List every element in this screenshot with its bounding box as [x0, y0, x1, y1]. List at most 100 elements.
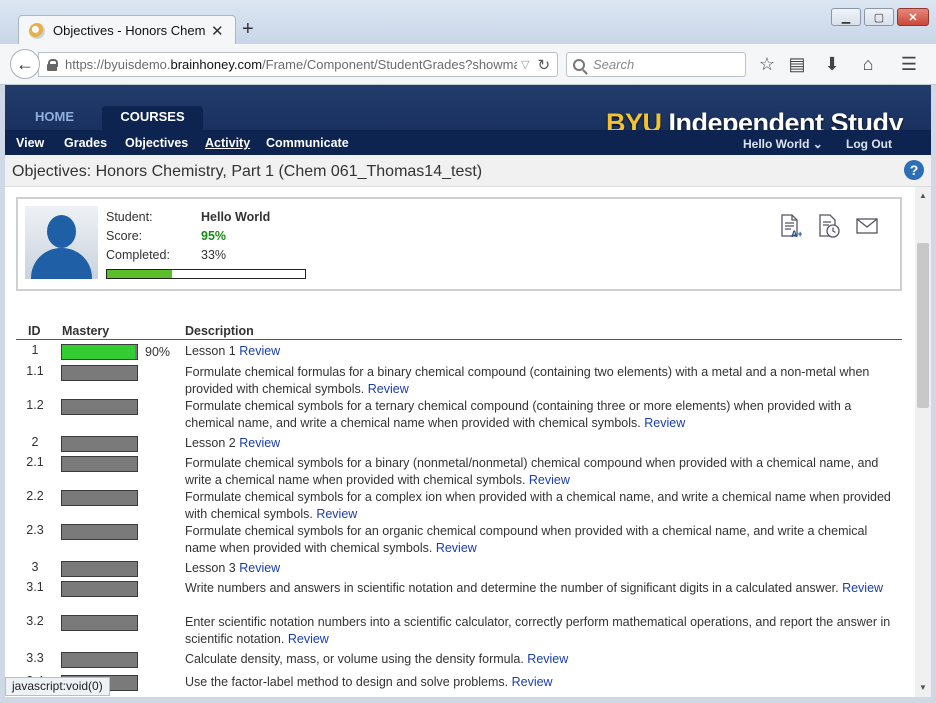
- mastery-bar: [61, 490, 138, 506]
- favicon-icon: [29, 22, 45, 39]
- subnav-view[interactable]: View: [16, 136, 44, 150]
- browser-tab[interactable]: Objectives - Honors Chemi... ✕: [18, 15, 236, 45]
- maximize-button[interactable]: ▢: [864, 8, 894, 26]
- activity-history-icon[interactable]: [817, 214, 841, 238]
- subnav-grades[interactable]: Grades: [64, 136, 107, 150]
- objective-id: 3.2: [26, 614, 44, 628]
- url-dropdown-icon[interactable]: ▽: [521, 58, 529, 71]
- scroll-down-arrow-icon[interactable]: ▼: [919, 683, 927, 692]
- page-title: Objectives: Honors Chemistry, Part 1 (Ch…: [12, 163, 483, 180]
- description-text: Formulate chemical symbols for a ternary…: [185, 399, 852, 430]
- objective-id: 1.2: [26, 398, 44, 412]
- email-icon[interactable]: [855, 214, 879, 238]
- close-tab-icon[interactable]: ✕: [211, 22, 224, 40]
- menu-icon[interactable]: ☰: [899, 54, 919, 74]
- objective-description: Formulate chemical symbols for a ternary…: [185, 398, 901, 432]
- page-viewport: HOME COURSES BYU Independent Study View …: [5, 85, 931, 697]
- reading-list-icon[interactable]: ▤: [787, 54, 807, 74]
- review-link[interactable]: Review: [512, 675, 553, 689]
- objective-description: Formulate chemical formulas for a binary…: [185, 364, 901, 398]
- review-link[interactable]: Review: [239, 436, 280, 450]
- subnav-objectives[interactable]: Objectives: [125, 136, 188, 150]
- objective-description: Lesson 1 Review: [185, 343, 901, 360]
- mastery-bar: [61, 399, 138, 415]
- objective-id: 2.3: [26, 523, 44, 537]
- new-tab-icon[interactable]: +: [242, 17, 254, 41]
- nav-courses[interactable]: COURSES: [102, 106, 203, 130]
- review-link[interactable]: Review: [288, 632, 329, 646]
- description-text: Lesson 3: [185, 561, 236, 575]
- description-text: Write numbers and answers in scientific …: [185, 581, 839, 595]
- student-label: Student:: [106, 210, 153, 224]
- home-icon[interactable]: ⌂: [858, 54, 878, 74]
- description-text: Calculate density, mass, or volume using…: [185, 652, 524, 666]
- scroll-thumb[interactable]: [917, 243, 929, 408]
- mastery-bar: [61, 581, 138, 597]
- mastery-bar: [61, 436, 138, 452]
- svg-text:A+: A+: [791, 229, 802, 238]
- score-label: Score:: [106, 229, 143, 243]
- avatar: [25, 206, 98, 279]
- description-text: Lesson 1: [185, 344, 236, 358]
- review-link[interactable]: Review: [644, 416, 685, 430]
- chevron-down-icon: ⌄: [812, 137, 823, 151]
- page-scrollbar[interactable]: ▲ ▼: [915, 187, 931, 697]
- mastery-bar: [61, 561, 138, 577]
- review-link[interactable]: Review: [239, 344, 280, 358]
- objective-id: 3.3: [26, 651, 44, 665]
- review-link[interactable]: Review: [529, 473, 570, 487]
- lock-icon: [47, 58, 58, 71]
- back-button[interactable]: ←: [10, 49, 40, 79]
- mastery-bar: [61, 365, 138, 381]
- subnav-communicate[interactable]: Communicate: [266, 136, 349, 150]
- header-description: Description: [185, 324, 254, 338]
- search-input[interactable]: Search: [566, 52, 746, 77]
- nav-home[interactable]: HOME: [35, 109, 74, 124]
- review-link[interactable]: Review: [842, 581, 883, 595]
- download-icon[interactable]: ⬇: [822, 54, 842, 74]
- description-text: Formulate chemical symbols for an organi…: [185, 524, 868, 555]
- header-mastery: Mastery: [62, 324, 110, 338]
- completion-progress-fill: [107, 270, 173, 278]
- objective-id: 3: [31, 560, 39, 574]
- user-menu[interactable]: Hello World ⌄: [743, 137, 823, 151]
- objective-description: Lesson 3 Review: [185, 560, 901, 577]
- tab-title: Objectives - Honors Chemi...: [53, 23, 205, 38]
- objective-id: 3.1: [26, 580, 44, 594]
- review-link[interactable]: Review: [368, 382, 409, 396]
- logout-link[interactable]: Log Out: [846, 137, 892, 151]
- subnav-activity[interactable]: Activity: [205, 136, 250, 150]
- site-header: HOME COURSES BYU Independent Study: [5, 85, 931, 138]
- student-summary: Student: Hello World Score: 95% Complete…: [16, 197, 902, 291]
- bookmark-star-icon[interactable]: ☆: [757, 54, 777, 74]
- objective-id: 1.1: [26, 364, 44, 378]
- objective-id: 2: [31, 435, 39, 449]
- gradebook-report-icon[interactable]: A+: [778, 214, 802, 238]
- url-bar[interactable]: https://byuisdemo.brainhoney.com/Frame/C…: [38, 52, 558, 77]
- help-icon[interactable]: ?: [904, 160, 924, 180]
- objective-id: 2.1: [26, 455, 44, 469]
- completion-progress-bar: [106, 269, 306, 279]
- objective-id: 2.2: [26, 489, 44, 503]
- review-link[interactable]: Review: [527, 652, 568, 666]
- course-subnav: View Grades Objectives Activity Communic…: [5, 130, 931, 155]
- minimize-button[interactable]: ▁: [831, 8, 861, 26]
- mastery-percent: 90%: [145, 345, 171, 359]
- scroll-up-arrow-icon[interactable]: ▲: [919, 191, 927, 200]
- mastery-bar-fill: [62, 345, 135, 359]
- browser-navbar: https://byuisdemo.brainhoney.com/Frame/C…: [0, 44, 936, 85]
- objective-description: Formulate chemical symbols for a binary …: [185, 455, 901, 489]
- review-link[interactable]: Review: [316, 507, 357, 521]
- score-value: 95%: [201, 229, 227, 243]
- browser-status-bar: javascript:void(0): [5, 677, 110, 696]
- review-link[interactable]: Review: [239, 561, 280, 575]
- close-window-button[interactable]: ✕: [897, 8, 929, 26]
- objectives-table-header: ID Mastery Description: [16, 323, 902, 340]
- url-text[interactable]: https://byuisdemo.brainhoney.com/Frame/C…: [65, 57, 517, 72]
- description-text: Lesson 2: [185, 436, 236, 450]
- review-link[interactable]: Review: [436, 541, 477, 555]
- description-text: Use the factor-label method to design an…: [185, 675, 509, 689]
- header-id: ID: [28, 324, 41, 338]
- mastery-bar: [61, 524, 138, 540]
- reload-icon[interactable]: ↻: [537, 56, 550, 74]
